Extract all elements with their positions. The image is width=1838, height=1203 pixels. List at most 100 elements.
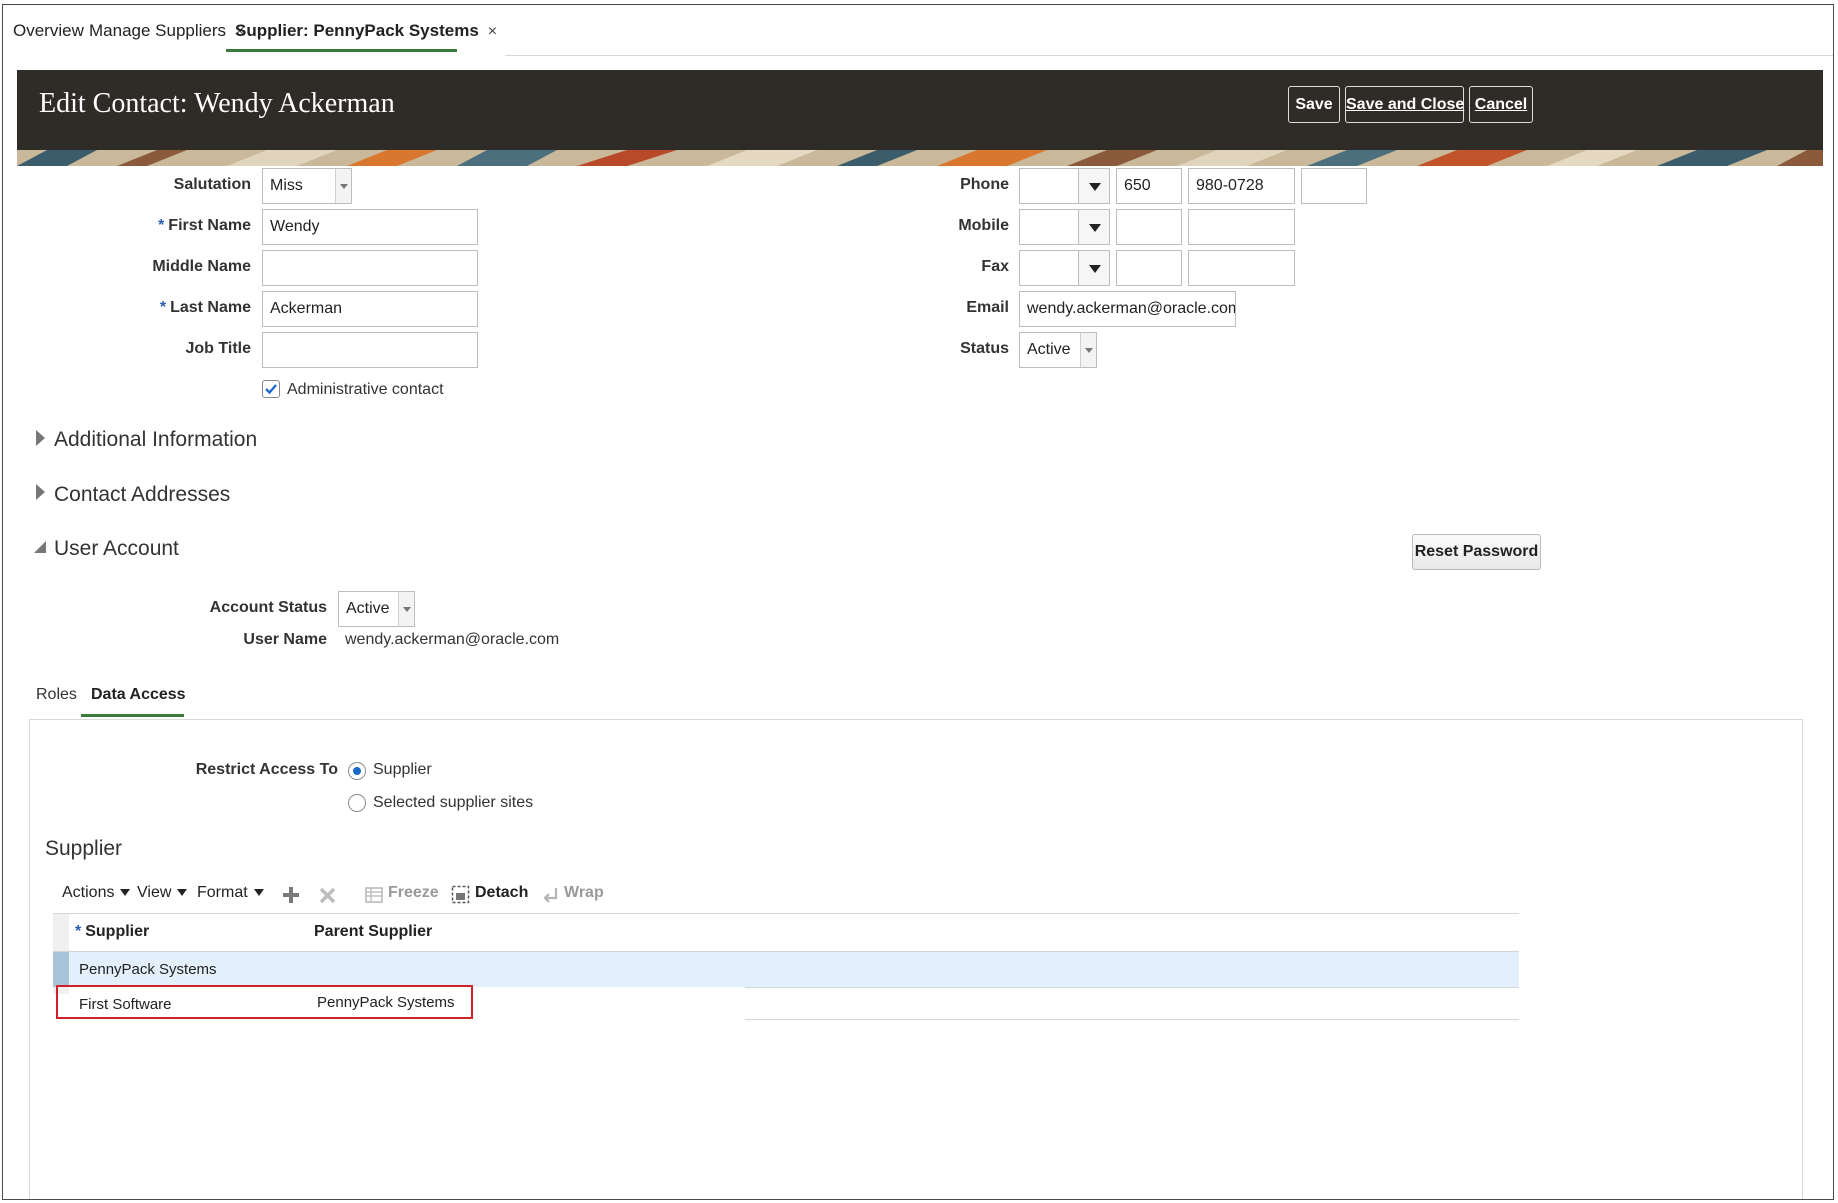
- delete-icon[interactable]: [319, 887, 336, 904]
- table-top-border: [53, 913, 1519, 914]
- phone-area-code-field[interactable]: 650: [1116, 168, 1182, 204]
- user-name-value: wendy.ackerman@oracle.com: [345, 631, 560, 648]
- actions-menu-label: Actions: [62, 884, 115, 901]
- selected-sites-radio-label: Selected supplier sites: [373, 794, 534, 811]
- first-name-label: * First Name: [158, 217, 251, 235]
- active-tab-indicator: [226, 49, 457, 52]
- row-selected-indicator: [53, 952, 69, 987]
- chevron-down-icon: [398, 592, 414, 626]
- mobile-area-code-field[interactable]: [1116, 209, 1182, 245]
- supplier-radio[interactable]: [348, 762, 366, 780]
- tab-overview-label: Overview: [13, 21, 84, 40]
- expand-icon[interactable]: [36, 484, 45, 500]
- last-name-label-text: Last Name: [170, 299, 251, 316]
- additional-information-section[interactable]: Additional Information: [54, 428, 257, 452]
- required-icon: *: [158, 217, 165, 234]
- save-button[interactable]: Save: [1288, 86, 1340, 123]
- phone-country-dropdown[interactable]: [1078, 168, 1110, 204]
- mobile-number-field[interactable]: [1188, 209, 1295, 245]
- first-name-field[interactable]: Wendy: [262, 209, 478, 245]
- restrict-access-label: Restrict Access To: [195, 761, 338, 778]
- administrative-contact-checkbox[interactable]: [262, 380, 280, 398]
- row-divider: [745, 987, 1519, 988]
- expand-icon[interactable]: [36, 430, 45, 446]
- save-and-close-button[interactable]: Save and Close: [1345, 86, 1464, 123]
- job-title-field[interactable]: [262, 332, 478, 368]
- phone-extension-field[interactable]: [1301, 168, 1367, 204]
- format-menu-label: Format: [197, 884, 248, 901]
- triangle-down-icon: [120, 889, 131, 897]
- status-value: Active: [1027, 341, 1071, 358]
- fax-number-field[interactable]: [1188, 250, 1295, 286]
- row-divider: [745, 1019, 1519, 1020]
- salutation-value: Miss: [270, 177, 303, 194]
- detach-icon[interactable]: [451, 885, 470, 904]
- tab-bar-divider: [505, 55, 1833, 56]
- tab-manage-suppliers-label: Manage Suppliers: [89, 21, 227, 40]
- application-window: Overview Manage Suppliers × Supplier: Pen…: [2, 4, 1834, 1200]
- account-status-label: Account Status: [209, 599, 327, 616]
- mobile-country-dropdown[interactable]: [1078, 209, 1110, 245]
- email-label: Email: [966, 299, 1009, 316]
- collapse-icon[interactable]: [34, 541, 46, 553]
- middle-name-label: Middle Name: [152, 258, 251, 275]
- email-field[interactable]: wendy.ackerman@oracle.com: [1019, 291, 1236, 327]
- selected-sites-radio[interactable]: [348, 794, 366, 812]
- freeze-icon[interactable]: [365, 886, 383, 904]
- tab-overview[interactable]: Overview: [13, 21, 84, 41]
- view-menu[interactable]: View: [137, 884, 188, 902]
- detach-button[interactable]: Detach: [475, 884, 528, 902]
- salutation-select[interactable]: Miss: [262, 168, 352, 204]
- account-status-select[interactable]: Active: [338, 591, 415, 627]
- triangle-down-icon: [1089, 265, 1101, 273]
- table-row[interactable]: PennyPack Systems: [53, 952, 1519, 987]
- triangle-down-icon: [1089, 224, 1101, 232]
- close-icon[interactable]: ×: [488, 23, 497, 40]
- column-header-supplier[interactable]: * Supplier: [75, 923, 149, 941]
- fax-area-code-field[interactable]: [1116, 250, 1182, 286]
- active-subtab-indicator: [81, 714, 184, 717]
- middle-name-field[interactable]: [262, 250, 478, 286]
- last-name-field[interactable]: Ackerman: [262, 291, 478, 327]
- wrap-button[interactable]: Wrap: [564, 884, 604, 902]
- supplier-table-title: Supplier: [45, 837, 123, 860]
- user-account-section[interactable]: User Account: [54, 537, 179, 561]
- job-title-label: Job Title: [185, 340, 252, 357]
- tab-roles[interactable]: Roles: [36, 686, 77, 704]
- user-name-label: User Name: [243, 631, 327, 648]
- phone-country-code-field[interactable]: [1019, 168, 1079, 204]
- view-menu-label: View: [137, 884, 172, 901]
- actions-menu[interactable]: Actions: [62, 884, 131, 902]
- required-icon: *: [75, 923, 82, 940]
- mobile-label: Mobile: [958, 217, 1009, 234]
- format-menu[interactable]: Format: [197, 884, 264, 902]
- supplier-radio-label: Supplier: [373, 761, 432, 778]
- reset-password-button[interactable]: Reset Password: [1412, 534, 1541, 570]
- phone-number-field[interactable]: 980-0728: [1188, 168, 1295, 204]
- page-title: Edit Contact: Wendy Ackerman: [39, 88, 395, 119]
- fax-country-dropdown[interactable]: [1078, 250, 1110, 286]
- mobile-country-code-field[interactable]: [1019, 209, 1079, 245]
- contact-addresses-section[interactable]: Contact Addresses: [54, 483, 230, 507]
- salutation-label: Salutation: [173, 176, 251, 193]
- column-header-supplier-label: Supplier: [85, 923, 150, 940]
- tab-supplier-label: Supplier: PennyPack Systems: [235, 21, 479, 40]
- tab-data-access[interactable]: Data Access: [91, 686, 186, 704]
- triangle-down-icon: [177, 889, 188, 897]
- fax-country-code-field[interactable]: [1019, 250, 1079, 286]
- page-header: Edit Contact: Wendy Ackerman Save Save a…: [17, 70, 1823, 166]
- add-icon[interactable]: [282, 886, 300, 904]
- chevron-down-icon: [335, 169, 351, 203]
- administrative-contact-label: Administrative contact: [287, 381, 444, 398]
- status-label: Status: [960, 340, 1009, 357]
- wrap-icon[interactable]: [542, 887, 559, 904]
- triangle-down-icon: [253, 889, 264, 897]
- freeze-button[interactable]: Freeze: [388, 884, 439, 902]
- column-header-parent-supplier[interactable]: Parent Supplier: [314, 923, 432, 941]
- status-select[interactable]: Active: [1019, 332, 1097, 368]
- tab-manage-suppliers[interactable]: Manage Suppliers ×: [89, 21, 244, 41]
- cell-supplier: PennyPack Systems: [79, 961, 217, 978]
- tab-supplier-pennypack[interactable]: Supplier: PennyPack Systems ×: [235, 21, 497, 41]
- cancel-button[interactable]: Cancel: [1469, 86, 1533, 123]
- checkmark-icon: [265, 384, 277, 395]
